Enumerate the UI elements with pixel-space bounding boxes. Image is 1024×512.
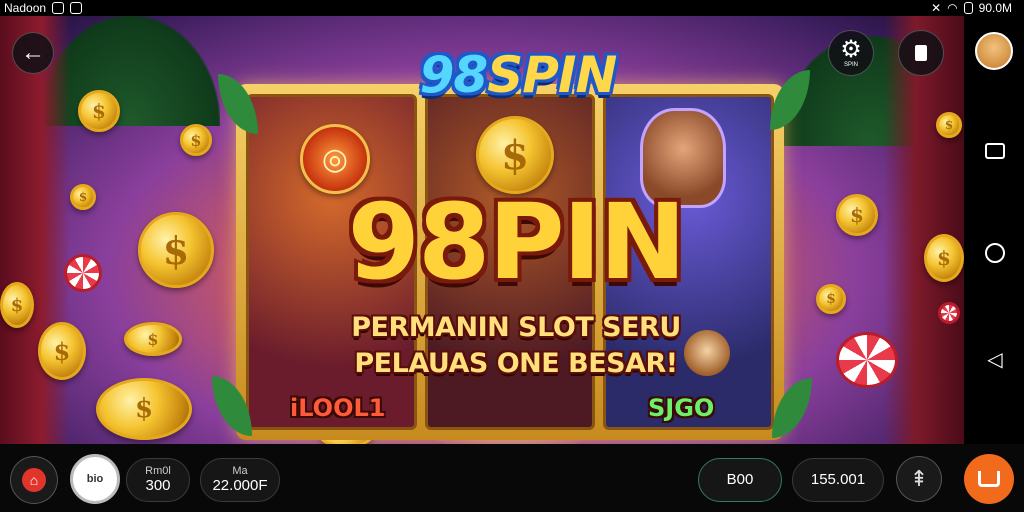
subtitle-line-1: PERMANIN SLOT SERU [351,312,681,343]
circle-icon [985,243,1005,263]
amount-pill-b[interactable]: 155.001 [792,458,884,502]
back-arrow-icon: ← [21,39,45,66]
gear-icon: ⚙ [840,36,862,63]
status-app-name: Nadoon [4,1,47,15]
chip-select-button[interactable]: bio [70,454,120,504]
coin-icon: $ [0,282,34,328]
coin-icon: $ [924,234,964,282]
back-button[interactable]: ← [12,32,54,74]
home-game-button[interactable]: ⌂ [10,456,58,504]
coin-icon: $ [138,212,214,288]
chip-label: bio [86,473,104,485]
wifi-icon: ◠ [947,1,958,15]
status-clock: 90.0M [978,1,1012,15]
bottom-bar: ⌂ bio Rm0l 300 Ma 22.000F B00 155.001 ⇞ [0,444,1024,512]
up-arrow-icon: ⇞ [909,466,929,491]
cart-icon [978,471,1000,487]
coin-icon: $ [78,90,120,132]
leaf-decoration [218,74,258,134]
upgrade-button[interactable]: ⇞ [896,456,942,502]
signal-off-icon: ✕ [931,1,942,15]
bet-label: Ma [232,464,248,477]
home-button[interactable] [982,240,1008,266]
coin-icon: $ [836,194,878,236]
screenshot-icon [70,2,83,14]
bet-display: Ma 22.000F [200,458,280,502]
brand-logo: 98SPIN [419,46,618,104]
coin-icon: $ [936,112,962,138]
settings-button[interactable]: ⚙ SPIN [828,30,874,76]
back-nav-button[interactable]: ◁ [982,346,1008,372]
settings-label: SPIN [843,62,858,68]
avatar[interactable] [975,32,1013,70]
subtitle-line-2: PELAUAS ONE BESAR! [354,348,678,379]
info-button[interactable] [898,30,944,76]
coin-icon: $ [70,184,96,210]
casino-chip [938,302,960,324]
house-icon: ⌂ [22,468,46,492]
recents-button[interactable] [982,138,1008,164]
balance-value: 300 [145,476,171,494]
balance-label: Rm0l [145,464,171,477]
amount-b-value: 155.001 [810,471,866,488]
notification-icon [52,2,65,14]
coin-icon: $ [816,284,846,314]
game-scene[interactable]: $ $ $ $ $ $ $ $ $ $ $ $ $ $ ◎ iLOOL1 SJG… [0,16,964,444]
casino-chip [64,254,102,292]
info-icon [915,45,927,61]
casino-chip [836,332,898,388]
system-nav-bar: ◁ [964,16,1024,444]
square-icon [985,143,1005,159]
shop-button[interactable] [964,454,1014,504]
battery-icon [963,2,973,14]
coin-icon: $ [124,322,182,356]
bet-value: 22.000F [212,476,268,494]
coin-icon: $ [180,124,212,156]
amount-pill-a[interactable]: B00 [698,458,782,502]
reel-3-label: SJGO [648,394,715,422]
status-bar: Nadoon ✕ ◠ 90.0M [0,0,1024,16]
coin-icon: $ [38,322,86,380]
amount-a-value: B00 [726,471,754,488]
balance-display: Rm0l 300 [126,458,190,502]
reel-1-label: iLOOL1 [290,394,386,422]
coin-icon: $ [96,378,192,440]
curtain-right [884,16,964,444]
triangle-back-icon: ◁ [987,348,1003,371]
main-title: 98PIN [347,181,687,303]
